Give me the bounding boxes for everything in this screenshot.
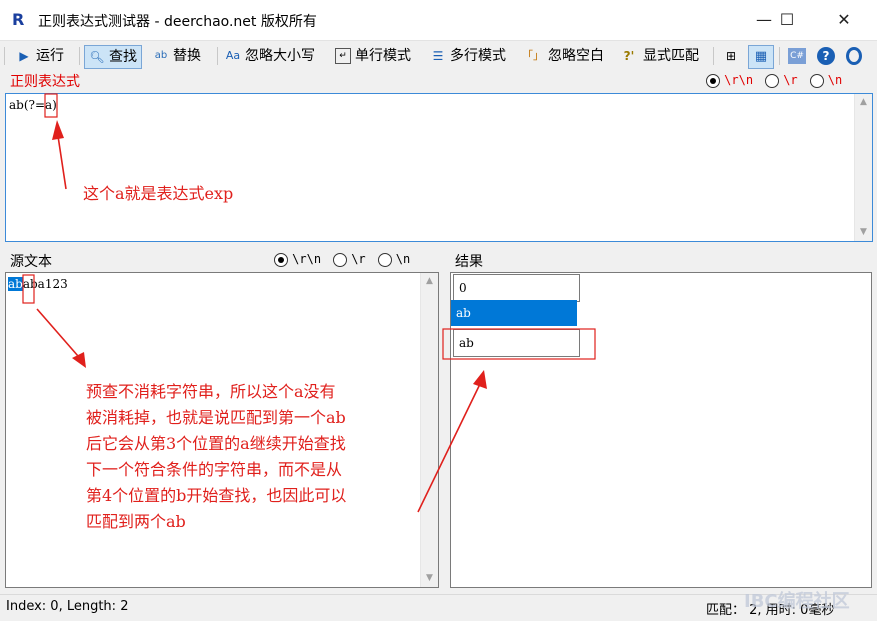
annotation-overlay (22, 93, 596, 513)
regex-arrow (57, 135, 67, 190)
source-highlight-box (22, 274, 35, 304)
status-bar: Index: 0, Length: 2 匹配： 2, 用时: 0毫秒 IBC编程… (0, 591, 877, 621)
regex-highlight-box (44, 93, 58, 118)
result-arrow-head (473, 370, 487, 389)
status-index: Index: 0, Length: 2 (6, 599, 129, 614)
regex-arrow-head (52, 120, 64, 140)
source-arrow (36, 308, 79, 357)
source-arrow-head (72, 352, 86, 368)
result-highlight-box (442, 328, 596, 360)
result-arrow (417, 383, 481, 513)
watermark: IBC编程社区 (744, 591, 850, 612)
